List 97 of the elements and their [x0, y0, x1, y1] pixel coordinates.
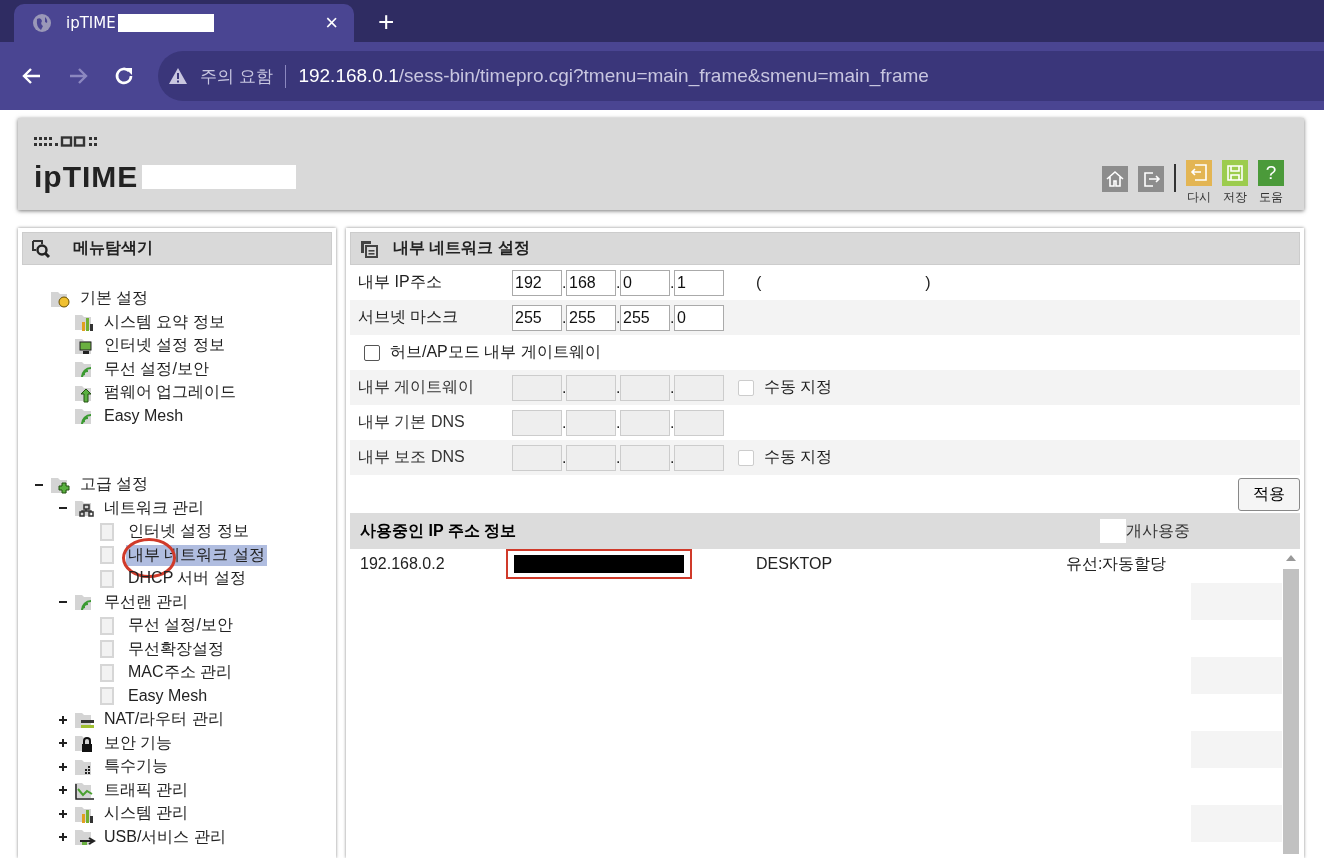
ip-octet-field[interactable]: 255	[620, 304, 670, 331]
section-title: 내부 네트워크 설정	[393, 238, 530, 258]
usb-icon	[74, 827, 96, 848]
home-icon	[1102, 166, 1128, 192]
window-icon	[359, 238, 379, 259]
redaction-bar	[1100, 519, 1126, 543]
checkbox-label: 수동 지정	[764, 377, 833, 397]
separator-dot: .	[616, 309, 620, 327]
separator-dot: .	[670, 274, 674, 292]
browser-tab[interactable]: ipTIME ×	[14, 4, 354, 42]
menu-item[interactable]: 시스템 요약 정보	[102, 311, 227, 333]
expand-icon[interactable]	[58, 761, 68, 772]
paren: (	[756, 273, 762, 292]
help-icon: ?	[1258, 160, 1284, 186]
field-label: 서브넷 마스크	[358, 307, 460, 327]
network-icon	[74, 498, 96, 519]
undo-icon	[1186, 160, 1212, 186]
search-icon	[31, 238, 51, 259]
menu-item[interactable]: 무선 설정/보안	[102, 358, 211, 380]
table-title: 사용중인 IP 주소 정보	[360, 520, 517, 541]
menu-item[interactable]: 무선확장설정	[126, 638, 226, 660]
menu-item[interactable]: 무선랜 관리	[102, 591, 191, 613]
logout-icon	[1138, 166, 1164, 192]
table-cell-text: DESKTOP	[756, 555, 834, 573]
apply-button[interactable]: 적용	[1238, 477, 1300, 511]
globe-icon	[32, 13, 52, 33]
menu-item[interactable]: 보안 기능	[102, 732, 175, 754]
scroll-thumb[interactable]	[1283, 569, 1299, 854]
separator-dot: .	[562, 449, 566, 467]
separator-dot: .	[562, 274, 566, 292]
table-cell-text: 192.168.0.2	[360, 555, 446, 573]
separator-dot: .	[616, 379, 620, 397]
close-tab-button[interactable]: ×	[325, 10, 338, 36]
menu-item[interactable]: NAT/라우터 관리	[102, 709, 226, 731]
paren: )	[925, 273, 931, 292]
undo-button[interactable]: 다시	[1186, 160, 1212, 206]
expand-icon[interactable]	[58, 785, 68, 796]
expand-icon[interactable]	[58, 808, 68, 819]
table-cell-text: 유선:자동할당	[1066, 553, 1167, 574]
separator-dot: .	[670, 449, 674, 467]
warning-icon	[168, 67, 188, 85]
url-text: 192.168.0.1/sess-bin/timepro.cgi?tmenu=main_frame&smenu=main_frame	[298, 65, 929, 87]
menu-item[interactable]: USB/서비스 관리	[102, 826, 228, 848]
separator-dot: .	[670, 309, 674, 327]
field-label: 내부 IP주소	[358, 272, 443, 292]
separator-dot: .	[562, 414, 566, 432]
help-button[interactable]: ? 도움	[1258, 160, 1284, 206]
ip-octet-field[interactable]: 255	[566, 304, 616, 331]
ip-octet-field[interactable]: 1	[674, 269, 724, 296]
separator-dot: .	[616, 274, 620, 292]
logout-button[interactable]	[1138, 166, 1164, 192]
menu-item[interactable]: MAC주소 관리	[126, 662, 234, 684]
home-button[interactable]	[1102, 166, 1128, 192]
separator-dot: .	[616, 414, 620, 432]
menu-item[interactable]: Easy Mesh	[126, 687, 210, 706]
ip-octet-field[interactable]: 192	[512, 269, 562, 296]
ip-octet-field[interactable]: 168	[566, 269, 616, 296]
menu-item[interactable]: 인터넷 설정 정보	[102, 335, 227, 357]
ip-octet-field[interactable]: 255	[512, 304, 562, 331]
checkbox-label: 수동 지정	[764, 447, 833, 467]
separator-dot: .	[670, 414, 674, 432]
separator-dot: .	[562, 309, 566, 327]
menu-item[interactable]: Easy Mesh	[102, 407, 186, 426]
expand-icon[interactable]	[58, 738, 68, 749]
ip-octet-field[interactable]: 0	[674, 304, 724, 331]
menu-item[interactable]: 고급 설정	[78, 474, 151, 496]
expand-icon[interactable]	[58, 832, 68, 843]
menu-item[interactable]: 특수기능	[102, 756, 170, 778]
scroll-up-icon[interactable]	[1286, 555, 1296, 561]
separator-dot: .	[616, 449, 620, 467]
field-label: 내부 보조 DNS	[358, 447, 466, 467]
menu-item[interactable]: 기본 설정	[78, 288, 151, 310]
menu-item[interactable]: 트래픽 관리	[102, 779, 191, 801]
save-button[interactable]: 저장	[1222, 160, 1248, 206]
security-warning: 주의 요함	[200, 64, 287, 88]
menu-item[interactable]: 네트워크 관리	[102, 497, 207, 519]
count-label: 개사용중	[1126, 520, 1190, 541]
chart-line-icon	[74, 780, 96, 801]
floppy-icon	[1222, 160, 1248, 186]
separator-dot: .	[670, 379, 674, 397]
field-label: 내부 게이트웨이	[358, 377, 476, 397]
tab-title: ipTIME	[66, 14, 116, 32]
address-bar[interactable]: 주의 요함 192.168.0.1/sess-bin/timepro.cgi?tmenu=main_frame&smenu=main_frame	[158, 51, 1324, 101]
expand-icon[interactable]	[58, 714, 68, 725]
checkbox-label: 허브/AP모드 내부 게이트웨이	[390, 342, 601, 362]
menu-item[interactable]: 펌웨어 업그레이드	[102, 382, 239, 404]
menu-item[interactable]: 무선 설정/보안	[126, 615, 235, 637]
field-label: 내부 기본 DNS	[358, 412, 466, 432]
logo: ipTIME	[34, 162, 139, 192]
menu-item[interactable]: 시스템 관리	[102, 803, 191, 825]
separator-dot: .	[562, 379, 566, 397]
bar-chart-icon	[74, 312, 96, 333]
ip-octet-field[interactable]: 0	[620, 269, 670, 296]
new-tab-button[interactable]: +	[378, 6, 395, 38]
checkbox[interactable]	[364, 344, 380, 361]
sidebar-title: 메뉴탐색기	[73, 238, 153, 258]
menu-item[interactable]: 인터넷 설정 정보	[126, 521, 251, 543]
